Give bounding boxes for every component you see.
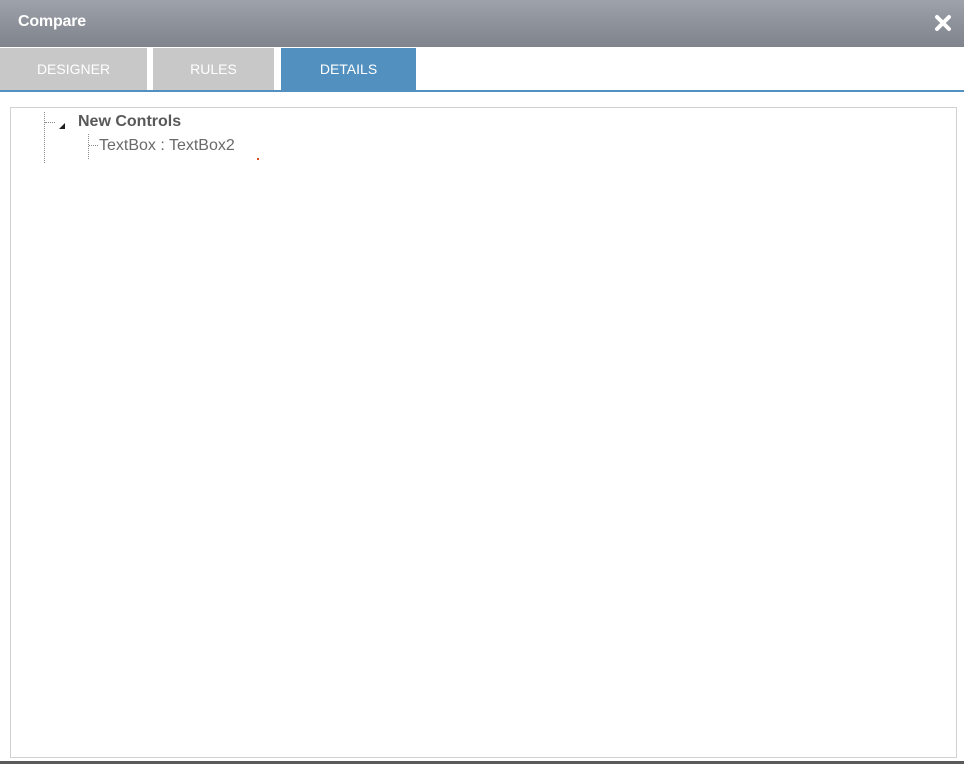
compare-dialog: Compare DESIGNER RULES DETAILS New Contr… (0, 0, 964, 764)
close-button[interactable] (932, 12, 954, 34)
tree-expand-toggle[interactable] (58, 118, 68, 129)
tab-strip: DESIGNER RULES DETAILS (0, 47, 964, 91)
tree-view: New Controls TextBox : TextBox2 (11, 108, 956, 757)
tree-child-connector (89, 145, 98, 146)
dialog-title: Compare (18, 13, 86, 30)
tab-designer[interactable]: DESIGNER (0, 48, 147, 91)
red-dot-mark (257, 158, 259, 160)
tab-rules[interactable]: RULES (153, 48, 274, 91)
close-icon (935, 15, 951, 31)
tree-node-new-controls[interactable]: New Controls (78, 113, 181, 131)
tree-node-textbox2[interactable]: TextBox : TextBox2 (99, 137, 235, 155)
dialog-titlebar[interactable]: Compare (0, 0, 964, 47)
tree-child-guide-line (88, 134, 89, 159)
tab-details[interactable]: DETAILS (281, 48, 416, 91)
tree-root-connector (45, 122, 55, 123)
details-panel: New Controls TextBox : TextBox2 (10, 107, 957, 758)
tree-root-guide-line (44, 112, 45, 163)
triangle-down-icon (59, 123, 65, 129)
tab-underline (0, 90, 964, 92)
